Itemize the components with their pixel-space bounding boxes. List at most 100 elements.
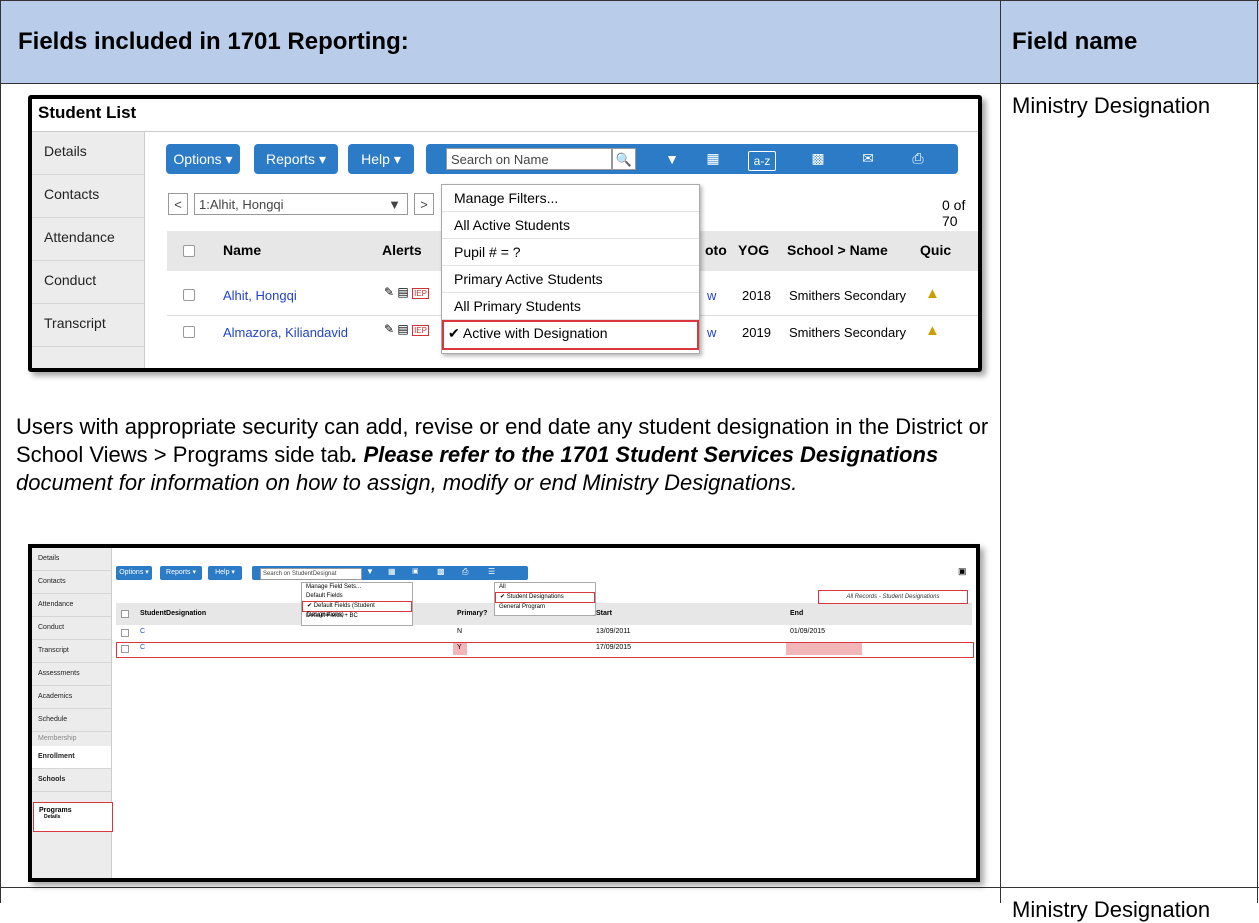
- para-bold: 1701 Student Services Designations: [560, 442, 939, 467]
- col-quick[interactable]: Quic: [920, 242, 951, 258]
- col-alerts[interactable]: Alerts: [382, 242, 422, 258]
- sub-tab-schools[interactable]: Schools: [32, 769, 111, 792]
- start-value: 17/09/2015: [596, 644, 632, 651]
- side-tab-details[interactable]: Details: [32, 132, 144, 175]
- chart-icon[interactable]: ▩: [808, 150, 828, 167]
- sort-az-icon[interactable]: a-z: [748, 151, 776, 171]
- header-right: Field name: [1012, 28, 1138, 55]
- photo-link[interactable]: w: [707, 325, 716, 340]
- designation-link[interactable]: C: [140, 644, 145, 651]
- search-input[interactable]: Search on StudentDesignat: [260, 568, 362, 580]
- col-primary[interactable]: Primary?: [457, 610, 487, 617]
- filter-manage[interactable]: Manage Filters...: [442, 185, 699, 212]
- bell-icon[interactable]: ▲: [925, 285, 940, 302]
- alerts-icons: ✎ ▤ IEP: [384, 285, 429, 299]
- filter-primary-active[interactable]: Primary Active Students: [442, 266, 699, 293]
- col-photo[interactable]: oto: [705, 242, 727, 258]
- print-icon[interactable]: ⎙: [462, 567, 468, 577]
- side-tab-transcript[interactable]: Transcript: [32, 640, 111, 663]
- options-button[interactable]: Options ▾: [166, 144, 240, 174]
- check-icon: ✔: [448, 325, 460, 341]
- search-input[interactable]: Search on Name: [446, 148, 612, 170]
- field-name-2: Ministry Designation: [1012, 897, 1211, 922]
- nav-select[interactable]: 1:Alhit, Hongqi ▼: [194, 193, 408, 215]
- filter-icon[interactable]: ▼: [366, 567, 374, 576]
- title-divider: [32, 131, 978, 132]
- bell-icon[interactable]: ▲: [925, 322, 940, 339]
- mail-icon[interactable]: ✉: [858, 150, 878, 167]
- col-school[interactable]: School > Name: [787, 242, 888, 258]
- side-tab-assessments[interactable]: Assessments: [32, 663, 111, 686]
- programs-tab[interactable]: Programs Details: [33, 802, 113, 832]
- options-button[interactable]: Options ▾: [116, 566, 152, 580]
- filter-active-designation[interactable]: ✔ Active with Designation: [442, 320, 699, 350]
- grid-icon[interactable]: ▦: [702, 150, 724, 167]
- select-all-checkbox[interactable]: [121, 610, 129, 618]
- col-yog[interactable]: YOG: [738, 242, 769, 258]
- end-value: 01/09/2015: [790, 628, 826, 635]
- iep-badge: IEP: [412, 325, 429, 336]
- side-tab-attendance[interactable]: Attendance: [32, 594, 111, 617]
- side-tab-contacts[interactable]: Contacts: [32, 571, 111, 594]
- sub-tab-enrollment[interactable]: Enrollment: [32, 746, 111, 769]
- row-checkbox[interactable]: [121, 629, 129, 637]
- filter-pupil[interactable]: Pupil # = ?: [442, 239, 699, 266]
- side-tab-academics[interactable]: Academics: [32, 686, 111, 709]
- help-button[interactable]: Help ▾: [348, 144, 414, 174]
- filter-student-designations[interactable]: ✔ Student Designations: [495, 592, 595, 603]
- field-name-1: Ministry Designation: [1012, 93, 1211, 118]
- chart-icon[interactable]: ▩: [437, 567, 445, 576]
- filter-student-designations-label: Student Designations: [506, 594, 564, 600]
- student-name-link[interactable]: Alhit, Hongqi: [223, 288, 297, 303]
- document-table: Fields included in 1701 Reporting: Field…: [0, 0, 1259, 922]
- filter-active-designation-label: Active with Designation: [462, 325, 608, 341]
- filter-all-primary[interactable]: All Primary Students: [442, 293, 699, 320]
- field-set-default[interactable]: Default Fields: [302, 592, 412, 601]
- help-button[interactable]: Help ▾: [208, 566, 242, 580]
- side-tab-conduct[interactable]: Conduct: [32, 261, 144, 304]
- field-set-manage[interactable]: Manage Field Sets...: [302, 583, 412, 592]
- filter-general-program[interactable]: General Program: [495, 603, 595, 612]
- col-designation[interactable]: StudentDesignation: [140, 610, 206, 617]
- row-checkbox[interactable]: [121, 645, 129, 653]
- field-set-student-designations[interactable]: ✔ Default Fields (Student Designations): [302, 601, 412, 618]
- nav-select-value: 1:Alhit, Hongqi: [199, 197, 284, 212]
- student-name-link[interactable]: Almazora, Kiliandavid: [223, 325, 348, 340]
- nav-prev-button[interactable]: <: [168, 193, 188, 215]
- expand-icon[interactable]: ▣: [958, 566, 967, 577]
- yog-value: 2019: [742, 325, 771, 340]
- filter-icon[interactable]: ▼: [662, 151, 682, 167]
- membership-label: Membership: [38, 735, 77, 742]
- check-icon: ✔: [307, 603, 313, 609]
- search-icon[interactable]: 🔍: [612, 148, 636, 170]
- col-name[interactable]: Name: [223, 242, 261, 258]
- row-checkbox[interactable]: [183, 289, 195, 301]
- side-tab-schedule[interactable]: Schedule: [32, 709, 111, 732]
- reports-button[interactable]: Reports ▾: [160, 566, 202, 580]
- select-all-checkbox[interactable]: [183, 245, 195, 257]
- designation-link[interactable]: C: [140, 628, 145, 635]
- side-tab-conduct[interactable]: Conduct: [32, 617, 111, 640]
- side-tab-details[interactable]: Details: [32, 548, 111, 571]
- col-end[interactable]: End: [790, 610, 803, 617]
- row-divider: [0, 887, 1259, 888]
- programs-label: Programs: [39, 807, 72, 814]
- col-start[interactable]: Start: [596, 610, 612, 617]
- filter-all[interactable]: All: [495, 583, 595, 592]
- student-list-title: Student List: [38, 103, 137, 122]
- sort-az-icon[interactable]: ▣: [412, 567, 419, 575]
- nav-next-button[interactable]: >: [414, 193, 434, 215]
- grid-icon[interactable]: ▦: [388, 567, 396, 576]
- column-divider: [1000, 0, 1001, 903]
- end-highlight: [786, 643, 862, 655]
- side-tab-contacts[interactable]: Contacts: [32, 175, 144, 218]
- filter-all-active[interactable]: All Active Students: [442, 212, 699, 239]
- print-icon[interactable]: ⎙: [908, 150, 928, 167]
- reports-button[interactable]: Reports ▾: [254, 144, 338, 174]
- row-checkbox[interactable]: [183, 326, 195, 338]
- side-tab-attendance[interactable]: Attendance: [32, 218, 144, 261]
- side-tab-transcript[interactable]: Transcript: [32, 304, 144, 347]
- school-value: Smithers Secondary: [789, 325, 907, 340]
- list-icon[interactable]: ☰: [488, 567, 495, 576]
- photo-link[interactable]: w: [707, 288, 716, 303]
